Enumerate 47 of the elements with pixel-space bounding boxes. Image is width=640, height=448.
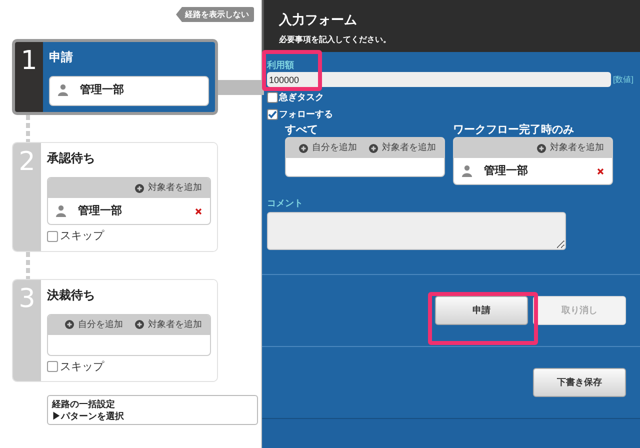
comment-label: コメント xyxy=(267,197,304,209)
form-button[interactable]: 申請 xyxy=(435,296,528,325)
option-label: 急ぎタスク xyxy=(279,90,324,104)
add-link[interactable]: 自分を追加 xyxy=(312,141,357,155)
form-subtitle: 必要事項を記入してください。 xyxy=(279,34,392,46)
bulk-setting-box[interactable]: 経路の一括設定 ▶パターンを選択 xyxy=(47,395,258,425)
skip-label: スキップ xyxy=(60,228,104,244)
add-link[interactable]: 自分を追加 xyxy=(78,318,123,332)
checkbox[interactable] xyxy=(267,109,278,120)
person-icon xyxy=(58,84,68,96)
amount-field[interactable]: 100000 xyxy=(267,72,611,87)
add-link[interactable]: 対象者を追加 xyxy=(382,141,436,155)
plus-circle-icon xyxy=(65,320,74,329)
assignee-name: 管理一部 xyxy=(80,82,125,98)
checkbox[interactable] xyxy=(47,230,58,242)
form-title: 入力フォーム xyxy=(279,12,358,28)
plus-circle-icon xyxy=(299,144,308,152)
remove-icon[interactable] xyxy=(195,208,202,214)
highlight-frame xyxy=(262,50,322,91)
step-title: 承認待ち xyxy=(47,150,96,167)
checkbox[interactable] xyxy=(267,92,278,103)
plus-circle-icon xyxy=(135,184,144,192)
group-title: ワークフロー完了時のみ xyxy=(453,124,575,136)
plus-circle-icon xyxy=(369,144,378,152)
plus-circle-icon xyxy=(537,144,546,152)
pattern-link[interactable]: ▶パターンを選択 xyxy=(52,410,253,422)
amount-label: 利用額 xyxy=(267,59,295,71)
person-icon xyxy=(462,165,472,177)
comment-field[interactable] xyxy=(267,212,566,250)
skip-label: スキップ xyxy=(60,360,104,374)
step-number: 1 xyxy=(20,46,38,78)
unit-label: [数値] xyxy=(613,74,634,86)
plus-circle-icon xyxy=(135,320,144,329)
checkbox[interactable] xyxy=(47,361,58,372)
connector-bar xyxy=(218,80,264,95)
group-title: すべて xyxy=(285,124,319,136)
draft-save-button[interactable]: 下書き保存 xyxy=(533,368,626,397)
option-label: フォローする xyxy=(279,108,333,121)
person-icon xyxy=(56,205,66,217)
step-title: 申請 xyxy=(49,49,74,66)
bulk-setting-title: 経路の一括設定 xyxy=(52,398,116,410)
assignee-name: 管理一部 xyxy=(78,204,123,219)
step-card[interactable]: 1 申請 管理一部 xyxy=(12,39,218,115)
step-title: 決裁待ち xyxy=(47,286,96,304)
assignee-name: 管理一部 xyxy=(484,164,529,179)
remove-icon[interactable] xyxy=(597,168,604,174)
add-link[interactable]: 対象者を追加 xyxy=(148,318,202,332)
